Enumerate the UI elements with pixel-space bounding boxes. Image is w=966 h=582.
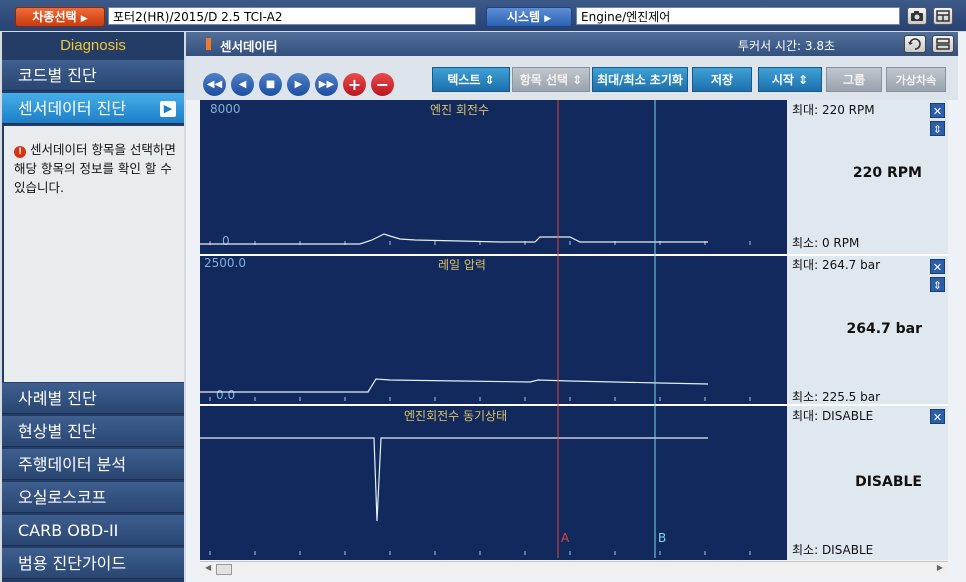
triangle-right-icon: ▶	[544, 14, 552, 24]
sort-icon[interactable]: ⇕	[930, 121, 945, 136]
layout-button[interactable]	[932, 35, 954, 53]
sidebar-item-code-diagnosis[interactable]: 코드별 진단	[2, 60, 184, 91]
sidebar-item-symptom-diagnosis[interactable]: 현상별 진단	[2, 416, 184, 447]
system-select-label: 시스템	[506, 10, 540, 24]
sync-status-trace	[200, 437, 708, 522]
sidebar-info-text: ! 센서데이터 항목을 선택하면 해당 항목의 정보를 확인 할 수 있습니다.	[14, 140, 179, 197]
sidebar-item-case-diagnosis[interactable]: 사례별 진단	[2, 383, 184, 414]
list-icon	[936, 38, 950, 50]
retry-icon	[908, 38, 921, 50]
zoom-in-button[interactable]: +	[343, 73, 366, 96]
retry-button[interactable]	[904, 35, 926, 53]
graph-overlay	[200, 100, 751, 558]
fast-forward-icon: ▶▶	[318, 79, 335, 90]
value-panel-rail-pressure: 최대: 264.7 bar 264.7 bar 최소: 225.5 bar ✕ …	[787, 254, 948, 406]
sidebar-item-carb-obd[interactable]: CARB OBD-II	[2, 515, 184, 546]
min-value: 최소: 0 RPM	[792, 236, 860, 250]
cursor-b-label: B	[658, 531, 667, 545]
sidebar-item-sensor-data[interactable]: 센서데이터 진단 ▶	[2, 93, 184, 124]
sidebar-item-label: 센서데이터 진단	[18, 99, 127, 118]
stop-icon: ■	[265, 79, 276, 90]
chevron-right-icon: ▶	[160, 101, 176, 117]
sort-icon[interactable]: ⇕	[930, 277, 945, 292]
vehicle-select-label: 차종선택	[32, 10, 77, 24]
vehicle-select-button[interactable]: 차종선택 ▶	[15, 7, 105, 27]
window-title: 센서데이터	[220, 39, 278, 54]
value-panel-sync-status: 최대: DISABLE DISABLE 최소: DISABLE ✕	[787, 404, 948, 560]
start-label: 시작	[771, 73, 794, 87]
top-bar: 차종선택 ▶ 포터2(HR)/2015/D 2.5 TCI-A2 시스템 ▶ E…	[0, 0, 966, 31]
reset-minmax-button[interactable]: 최대/최소 초기화	[592, 67, 688, 92]
min-value: 최소: DISABLE	[792, 543, 874, 557]
title-marker-icon	[206, 38, 211, 50]
stop-button[interactable]: ■	[259, 73, 282, 96]
vehicle-field[interactable]: 포터2(HR)/2015/D 2.5 TCI-A2	[108, 7, 476, 25]
zoom-out-button[interactable]: −	[371, 73, 394, 96]
current-value: 220 RPM	[852, 165, 922, 181]
info-message: 센서데이터 항목을 선택하면 해당 항목의 정보를 확인 할 수 있습니다.	[14, 142, 176, 195]
item-select-button[interactable]: 항목 선택 ⇕	[512, 67, 590, 92]
play-back-icon: ◀	[238, 79, 247, 90]
sidebar-item-general-guide[interactable]: 범용 진단가이드	[2, 548, 184, 579]
sidebar-info-panel: ! 센서데이터 항목을 선택하면 해당 항목의 정보를 확인 할 수 있습니다.	[4, 126, 184, 382]
alert-icon: !	[14, 146, 26, 158]
current-value: 264.7 bar	[846, 321, 922, 337]
close-icon[interactable]: ✕	[930, 259, 945, 274]
window-title-bar: 센서데이터 투커서 시간: 3.8초	[186, 32, 958, 56]
scrollbar-thumb[interactable]	[216, 564, 232, 575]
updown-icon: ⇕	[798, 73, 809, 87]
scroll-right-icon[interactable]: ▶	[937, 563, 943, 572]
save-button[interactable]: 저장	[692, 67, 752, 92]
scroll-left-icon[interactable]: ◀	[205, 563, 211, 572]
rail-pressure-trace	[200, 378, 709, 393]
camera-button[interactable]	[907, 7, 927, 25]
text-view-button[interactable]: 텍스트 ⇕	[432, 67, 510, 92]
tick-marks	[209, 241, 751, 555]
camera-icon	[911, 11, 923, 21]
rewind-icon: ◀◀	[206, 79, 223, 90]
max-value: 최대: 264.7 bar	[792, 258, 881, 272]
engine-rpm-trace	[200, 233, 708, 245]
start-button[interactable]: 시작 ⇕	[758, 67, 822, 92]
text-view-label: 텍스트	[447, 73, 481, 87]
close-icon[interactable]: ✕	[930, 409, 945, 424]
cursor-time: 투커서 시간: 3.8초	[738, 39, 835, 53]
plus-icon: +	[347, 75, 362, 94]
value-panel-engine-rpm: 최대: 220 RPM 220 RPM 최소: 0 RPM ✕ ⇕	[787, 100, 948, 254]
system-field[interactable]: Engine/엔진제어	[576, 7, 900, 25]
triangle-right-icon: ▶	[80, 14, 88, 24]
updown-icon: ⇕	[484, 73, 495, 87]
sidebar-item-oscilloscope[interactable]: 오실로스코프	[2, 482, 184, 513]
sidebar-header: Diagnosis	[60, 37, 126, 54]
current-value: DISABLE	[855, 474, 922, 490]
max-value: 최대: DISABLE	[792, 409, 874, 423]
virtual-speed-button[interactable]: 가상차속	[886, 67, 946, 92]
cursor-a-label: A	[561, 531, 570, 545]
sidebar: Diagnosis 코드별 진단 센서데이터 진단 ▶ ! 센서데이터 항목을 …	[2, 32, 184, 582]
window-icon	[936, 10, 950, 22]
horizontal-scrollbar[interactable]: ◀ ▶	[200, 561, 948, 576]
updown-icon: ⇕	[572, 73, 583, 87]
minus-icon: −	[375, 75, 390, 94]
window-button[interactable]	[933, 7, 953, 25]
rewind-button[interactable]: ◀◀	[203, 73, 226, 96]
item-select-label: 항목 선택	[519, 73, 569, 87]
max-value: 최대: 220 RPM	[792, 103, 875, 117]
close-icon[interactable]: ✕	[930, 103, 945, 118]
min-value: 최소: 225.5 bar	[792, 390, 881, 404]
fast-forward-button[interactable]: ▶▶	[315, 73, 338, 96]
play-button[interactable]: ▶	[287, 73, 310, 96]
play-icon: ▶	[294, 79, 303, 90]
system-select-button[interactable]: 시스템 ▶	[486, 7, 572, 27]
step-back-button[interactable]: ◀	[231, 73, 254, 96]
sidebar-item-driving-data[interactable]: 주행데이터 분석	[2, 449, 184, 480]
group-button[interactable]: 그룹	[826, 67, 882, 92]
